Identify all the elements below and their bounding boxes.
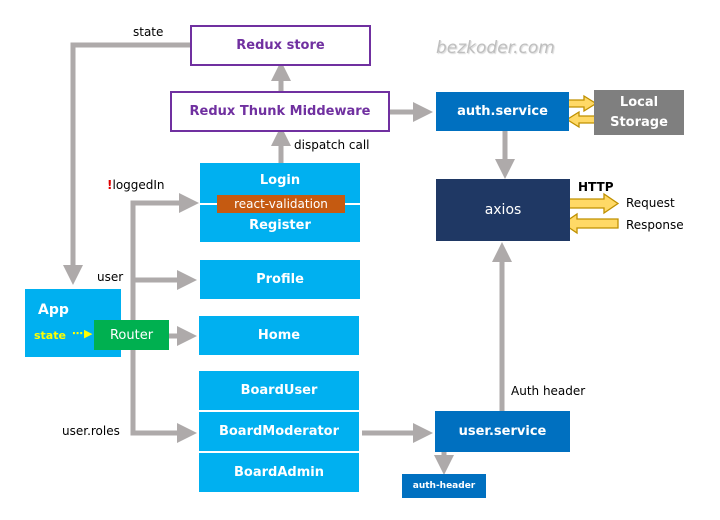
arrow-http-response	[561, 212, 619, 235]
router-node[interactable]: Router	[94, 320, 169, 350]
user-label: user	[97, 270, 124, 284]
http-label: HTTP	[578, 180, 614, 194]
user-service-label: user.service	[458, 424, 547, 439]
board-admin-label: BoardAdmin	[234, 465, 324, 480]
app-label: App	[38, 302, 69, 318]
profile-label: Profile	[256, 272, 304, 287]
watermark: bezkoder.com	[436, 38, 555, 58]
logged-in-text: loggedIn	[112, 178, 165, 192]
auth-service-node[interactable]: auth.service	[436, 92, 569, 131]
react-validation-badge: react-validation	[217, 195, 345, 213]
login-label: Login	[259, 173, 301, 188]
axios-node[interactable]: axios	[436, 179, 570, 241]
auth-service-label: auth.service	[457, 104, 548, 119]
app-state-label: state	[34, 329, 66, 342]
register-label: Register	[249, 218, 311, 233]
auth-header-label: auth-header	[412, 481, 476, 491]
user-roles-label: user.roles	[62, 424, 120, 438]
state-dotted-arrow-icon: ⋯▶	[72, 327, 94, 340]
state-label: state	[133, 25, 164, 39]
auth-header-node[interactable]: auth-header	[402, 474, 486, 498]
redux-thunk-label: Redux Thunk Middeware	[189, 104, 371, 119]
redux-thunk-node[interactable]: Redux Thunk Middeware	[170, 91, 390, 132]
edge-router-bus	[130, 200, 197, 443]
board-moderator-node[interactable]: BoardModerator	[199, 412, 359, 451]
response-label: Response	[626, 218, 684, 232]
auth-header-edge-label: Auth header	[511, 384, 586, 398]
board-user-label: BoardUser	[240, 383, 318, 398]
dispatch-call-label: dispatch call	[294, 138, 370, 152]
connectors	[63, 42, 620, 475]
axios-label: axios	[484, 202, 522, 218]
local-storage-node[interactable]: Local Storage	[594, 90, 684, 135]
local-storage-label-1: Local	[619, 94, 659, 110]
redux-store-node[interactable]: Redux store	[190, 25, 371, 66]
redux-store-label: Redux store	[236, 38, 325, 53]
request-label: Request	[626, 196, 675, 210]
arrow-http-request	[562, 192, 620, 215]
home-node[interactable]: Home	[199, 316, 359, 355]
board-admin-node[interactable]: BoardAdmin	[199, 453, 359, 492]
react-validation-label: react-validation	[234, 197, 328, 211]
user-service-node[interactable]: user.service	[435, 411, 570, 452]
local-storage-label-2: Storage	[610, 114, 668, 130]
profile-node[interactable]: Profile	[200, 260, 360, 299]
home-label: Home	[257, 328, 301, 343]
board-moderator-label: BoardModerator	[218, 424, 340, 439]
router-label: Router	[109, 327, 154, 343]
not-logged-in-label: !loggedIn	[107, 178, 165, 192]
board-user-node[interactable]: BoardUser	[199, 371, 359, 410]
